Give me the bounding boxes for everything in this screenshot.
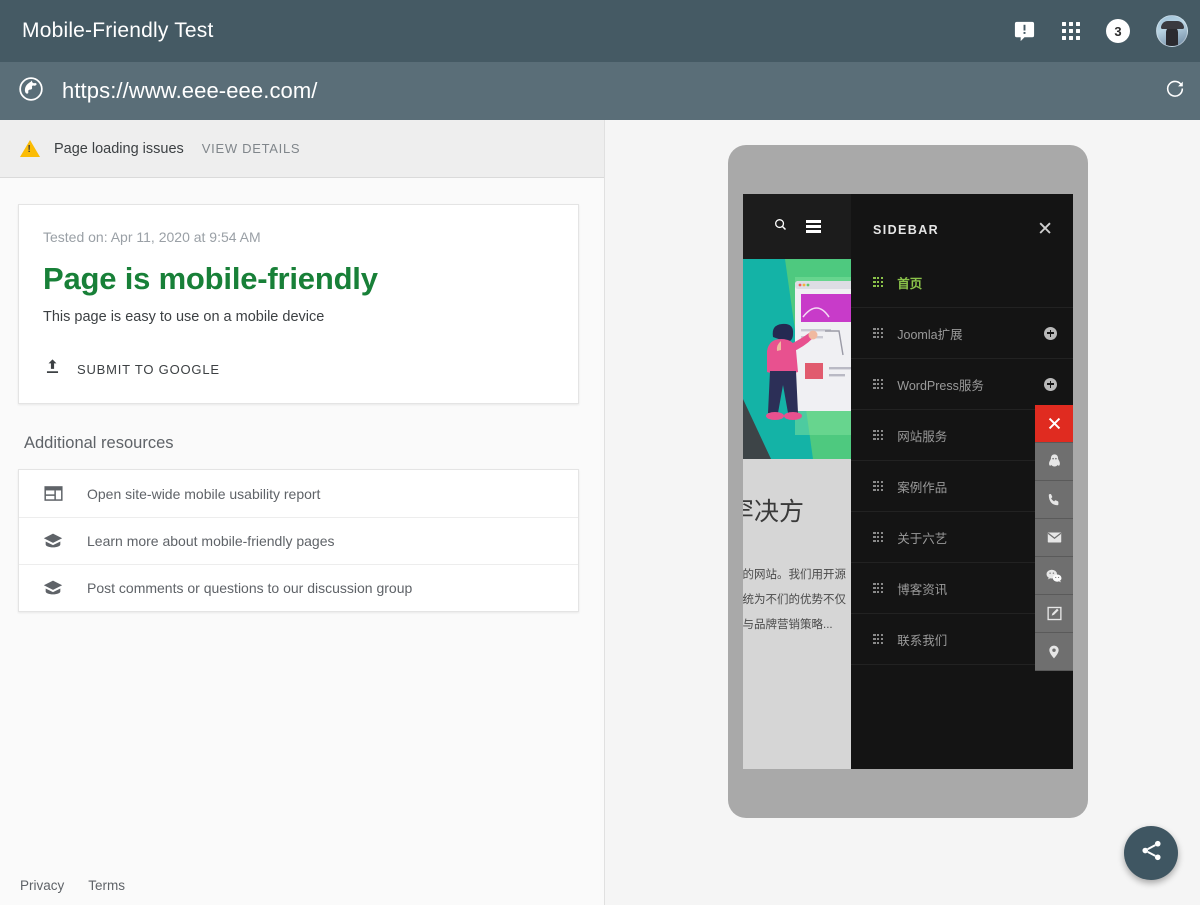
sidebar-item-wordpress[interactable]: WordPress服务 — [851, 359, 1073, 410]
grid-bullet-icon — [873, 277, 883, 287]
upload-icon — [43, 357, 62, 381]
list-item-label: Open site-wide mobile usability report — [87, 486, 320, 502]
list-item[interactable]: Learn more about mobile-friendly pages — [19, 517, 578, 564]
expand-plus-icon[interactable] — [1044, 327, 1057, 340]
phone-icon[interactable] — [1035, 481, 1073, 519]
issue-text: Page loading issues — [54, 141, 184, 157]
feedback-icon[interactable] — [1013, 20, 1036, 43]
warning-triangle-icon — [20, 140, 40, 157]
phone-screen: 罕决方 用的网站。我们用开源系统为不们的优势不仅是与品牌营销策略... SIDE… — [743, 194, 1073, 769]
list-item-label: Post comments or questions to our discus… — [87, 580, 412, 596]
grid-bullet-icon — [873, 634, 883, 644]
hero-illustration — [743, 259, 851, 459]
sidebar-item-label: WordPress服务 — [897, 375, 984, 394]
site-topbar — [743, 194, 851, 259]
submit-to-google-button[interactable]: SUBMIT TO GOOGLE — [43, 357, 554, 381]
results-panel: Page loading issues VIEW DETAILS Tested … — [0, 120, 605, 905]
footer-links: Privacy Terms — [20, 878, 125, 893]
view-details-link[interactable]: VIEW DETAILS — [202, 141, 300, 156]
search-icon[interactable] — [773, 217, 788, 237]
reload-icon[interactable] — [1164, 78, 1186, 105]
sidebar-item-label: 网站服务 — [897, 426, 947, 445]
verdict-subtitle: This page is easy to use on a mobile dev… — [43, 309, 554, 325]
header-actions: 3 — [1013, 0, 1188, 62]
list-item[interactable]: Open site-wide mobile usability report — [19, 470, 578, 517]
share-icon — [1139, 838, 1164, 868]
notification-count-badge[interactable]: 3 — [1106, 19, 1130, 43]
qq-penguin-icon[interactable] — [1035, 443, 1073, 481]
mobile-friendly-test-page: Mobile-Friendly Test 3 https://www.eee-e… — [0, 0, 1200, 905]
phone-mockup: 罕决方 用的网站。我们用开源系统为不们的优势不仅是与品牌营销策略... SIDE… — [728, 145, 1088, 818]
sidebar-item-label: 案例作品 — [897, 477, 947, 496]
sidebar-item-label: Joomla扩展 — [897, 324, 962, 343]
sidebar-item-joomla[interactable]: Joomla扩展 — [851, 308, 1073, 359]
edit-message-icon[interactable] — [1035, 595, 1073, 633]
grid-bullet-icon — [873, 328, 883, 338]
privacy-link[interactable]: Privacy — [20, 878, 64, 893]
sidebar-item-label: 关于六艺 — [897, 528, 947, 547]
issue-bar: Page loading issues VIEW DETAILS — [0, 120, 604, 178]
location-pin-icon[interactable] — [1035, 633, 1073, 671]
sidebar-item-home[interactable]: 首页 — [851, 257, 1073, 308]
grid-bullet-icon — [873, 430, 883, 440]
submit-label: SUBMIT TO GOOGLE — [77, 362, 220, 377]
close-x-icon[interactable] — [1035, 405, 1073, 443]
result-card: Tested on: Apr 11, 2020 at 9:54 AM Page … — [18, 204, 579, 404]
school-cap-icon — [39, 577, 67, 599]
additional-resources-list: Open site-wide mobile usability report L… — [18, 469, 579, 612]
site-body-text: 罕决方 用的网站。我们用开源系统为不们的优势不仅是与品牌营销策略... — [743, 459, 851, 769]
envelope-icon[interactable] — [1035, 519, 1073, 557]
site-heading: 罕决方 — [743, 499, 851, 527]
avatar[interactable] — [1156, 15, 1188, 47]
grid-bullet-icon — [873, 379, 883, 389]
sidebar-item-label: 联系我们 — [897, 630, 947, 649]
sidebar-title: SIDEBAR — [873, 223, 939, 237]
list-item[interactable]: Post comments or questions to our discus… — [19, 564, 578, 611]
grid-bullet-icon — [873, 583, 883, 593]
page-title: Mobile-Friendly Test — [22, 19, 214, 43]
close-x-icon[interactable]: ✕ — [1037, 220, 1053, 239]
app-header: Mobile-Friendly Test 3 — [0, 0, 1200, 62]
verdict-heading: Page is mobile-friendly — [43, 261, 554, 297]
wechat-icon[interactable] — [1035, 557, 1073, 595]
grid-bullet-icon — [873, 481, 883, 491]
sidebar-header: SIDEBAR ✕ — [851, 194, 1073, 239]
sidebar-item-label: 首页 — [897, 273, 922, 292]
tested-on-text: Tested on: Apr 11, 2020 at 9:54 AM — [43, 229, 554, 245]
report-table-icon — [39, 483, 67, 504]
site-paragraph: 用的网站。我们用开源系统为不们的优势不仅是与品牌营销策略... — [743, 563, 851, 639]
share-button[interactable] — [1124, 826, 1178, 880]
terms-link[interactable]: Terms — [88, 878, 125, 893]
expand-plus-icon[interactable] — [1044, 378, 1057, 391]
floating-contact-toolbar — [1035, 405, 1073, 671]
url-bar[interactable]: https://www.eee-eee.com/ — [0, 62, 1200, 120]
preview-panel: 罕决方 用的网站。我们用开源系统为不们的优势不仅是与品牌营销策略... SIDE… — [606, 120, 1200, 905]
additional-resources-title: Additional resources — [24, 434, 604, 453]
school-cap-icon — [39, 530, 67, 552]
hamburger-menu-icon[interactable] — [806, 220, 821, 233]
globe-icon — [18, 76, 44, 107]
url-text[interactable]: https://www.eee-eee.com/ — [62, 78, 318, 104]
list-item-label: Learn more about mobile-friendly pages — [87, 533, 334, 549]
apps-grid-icon[interactable] — [1062, 22, 1080, 40]
grid-bullet-icon — [873, 532, 883, 542]
sidebar-item-label: 博客资讯 — [897, 579, 947, 598]
